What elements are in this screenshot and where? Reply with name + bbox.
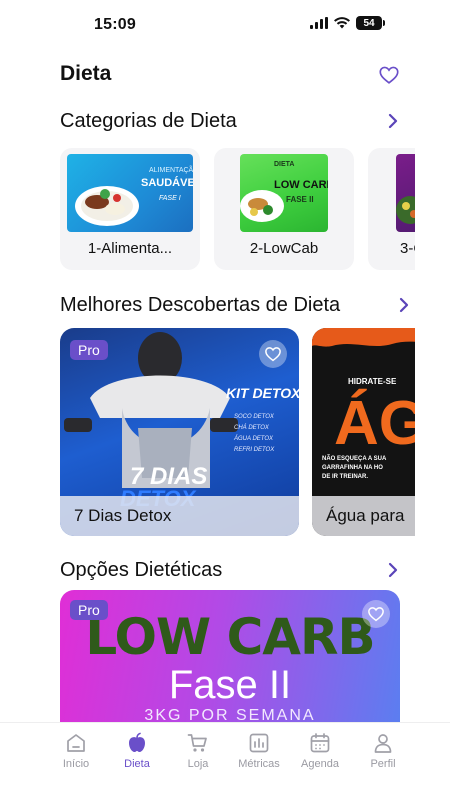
- chevron-right-icon[interactable]: [386, 562, 400, 578]
- tab-label: Perfil: [370, 758, 396, 770]
- category-card-lowcarb[interactable]: DIETA LOW CARB FASE II 2-LowCab: [214, 148, 354, 270]
- category-carousel[interactable]: ALIMENTAÇÃO SAUDÁVEL FASE I 1-Alimenta..…: [60, 148, 415, 270]
- tab-label: Agenda: [301, 758, 339, 770]
- svg-text:ÁG: ÁG: [334, 389, 415, 458]
- pro-badge: Pro: [70, 340, 108, 360]
- heart-outline-icon: [265, 347, 281, 362]
- svg-text:DIETA: DIETA: [274, 161, 294, 168]
- category-thumbnail: [396, 154, 415, 232]
- category-label: 3-C: [400, 240, 415, 257]
- tab-inicio[interactable]: Início: [46, 731, 106, 770]
- svg-text:Fase II: Fase II: [169, 663, 291, 707]
- svg-text:CHÁ DETOX: CHÁ DETOX: [234, 424, 270, 431]
- category-thumbnail: ALIMENTAÇÃO SAUDÁVEL FASE I: [67, 154, 193, 232]
- svg-text:HIDRATE-SE: HIDRATE-SE: [348, 377, 397, 386]
- heart-outline-icon[interactable]: [378, 64, 400, 86]
- apple-icon: [129, 732, 145, 752]
- svg-text:DE IR TREINAR.: DE IR TREINAR.: [322, 474, 368, 480]
- svg-text:FASE I: FASE I: [159, 195, 181, 202]
- category-label: 1-Alimenta...: [87, 240, 173, 257]
- meal-plate-illustration: ALIMENTAÇÃO SAUDÁVEL FASE I: [75, 165, 193, 226]
- chart-icon: [249, 733, 269, 753]
- svg-text:GARRAFINHA NA HO: GARRAFINHA NA HO: [322, 465, 383, 471]
- svg-text:NÃO ESQUEÇA A SUA: NÃO ESQUEÇA A SUA: [322, 455, 387, 462]
- section-title-discoveries: Melhores Descobertas de Dieta: [60, 294, 341, 316]
- tab-label: Métricas: [238, 758, 280, 770]
- diet-option-card[interactable]: LOW CARB Fase II 3KG POR SEMANA Pro: [60, 590, 400, 730]
- category-card-3[interactable]: 3-C: [368, 148, 415, 270]
- wifi-icon: [334, 17, 350, 29]
- pro-badge: Pro: [70, 600, 108, 620]
- chevron-right-icon[interactable]: [397, 297, 411, 313]
- section-title-categories: Categorias de Dieta: [60, 110, 237, 132]
- category-label: 2-LowCab: [249, 240, 319, 257]
- svg-text:ÁGUA DETOX: ÁGUA DETOX: [233, 435, 274, 442]
- discoveries-carousel[interactable]: KIT DETOX SOCO DETOX CHÁ DETOX ÁGUA DETO…: [60, 328, 415, 538]
- tab-perfil[interactable]: Perfil: [353, 731, 413, 770]
- calendar-icon: [310, 733, 330, 753]
- heart-outline-icon: [368, 607, 384, 622]
- tab-label: Início: [62, 758, 90, 770]
- tab-metricas[interactable]: Métricas: [229, 731, 289, 770]
- svg-text:ALIMENTAÇÃO: ALIMENTAÇÃO: [149, 165, 193, 174]
- card-label: Água para: [326, 506, 405, 525]
- tab-loja[interactable]: Loja: [168, 731, 228, 770]
- lowcarb-banner-illustration: LOW CARB Fase II 3KG POR SEMANA: [85, 608, 375, 724]
- svg-text:SOCO DETOX: SOCO DETOX: [234, 414, 275, 420]
- home-icon: [67, 734, 85, 752]
- card-label: 7 Dias Detox: [74, 506, 172, 525]
- svg-text:SAUDÁVEL: SAUDÁVEL: [141, 176, 193, 189]
- signal-icon: [310, 17, 328, 29]
- tab-agenda[interactable]: Agenda: [290, 731, 350, 770]
- cart-icon: [187, 734, 207, 752]
- category-card-alimentacao[interactable]: ALIMENTAÇÃO SAUDÁVEL FASE I 1-Alimenta..…: [60, 148, 200, 270]
- status-icons: 54: [310, 16, 385, 30]
- lowcarb-plate-illustration: DIETA LOW CARB FASE II: [240, 161, 328, 222]
- tab-label: Dieta: [124, 758, 150, 770]
- favorite-button[interactable]: [362, 600, 390, 628]
- section-title-options: Opções Dietéticas: [60, 559, 223, 581]
- battery-icon: 54: [356, 16, 385, 30]
- discovery-card-detox[interactable]: KIT DETOX SOCO DETOX CHÁ DETOX ÁGUA DETO…: [60, 328, 299, 536]
- status-bar: 15:09 54: [0, 0, 450, 50]
- svg-text:FASE II: FASE II: [286, 195, 314, 204]
- svg-text:REFRI DETOX: REFRI DETOX: [234, 447, 275, 453]
- tab-label: Loja: [187, 758, 209, 770]
- card-label-bar: Água para: [312, 496, 415, 536]
- discovery-card-agua[interactable]: HIDRATE-SE ÁG NÃO ESQUEÇA A SUA GARRAFIN…: [312, 328, 415, 536]
- category-thumbnail: DIETA LOW CARB FASE II: [240, 154, 328, 232]
- status-time: 15:09: [94, 16, 136, 33]
- tab-dieta[interactable]: Dieta: [107, 731, 167, 770]
- food-bowl-illustration: [396, 196, 415, 224]
- favorite-button[interactable]: [259, 340, 287, 368]
- svg-text:KIT DETOX: KIT DETOX: [226, 385, 299, 401]
- chevron-right-icon[interactable]: [386, 113, 400, 129]
- card-label-bar: 7 Dias Detox: [60, 496, 299, 536]
- bottom-tab-bar: Início Dieta Loja Métricas Agenda Perfil: [0, 722, 450, 800]
- svg-text:LOW CARB: LOW CARB: [274, 179, 328, 191]
- page-title: Dieta: [60, 62, 112, 85]
- svg-text:LOW CARB: LOW CARB: [85, 608, 374, 666]
- user-icon: [374, 734, 392, 753]
